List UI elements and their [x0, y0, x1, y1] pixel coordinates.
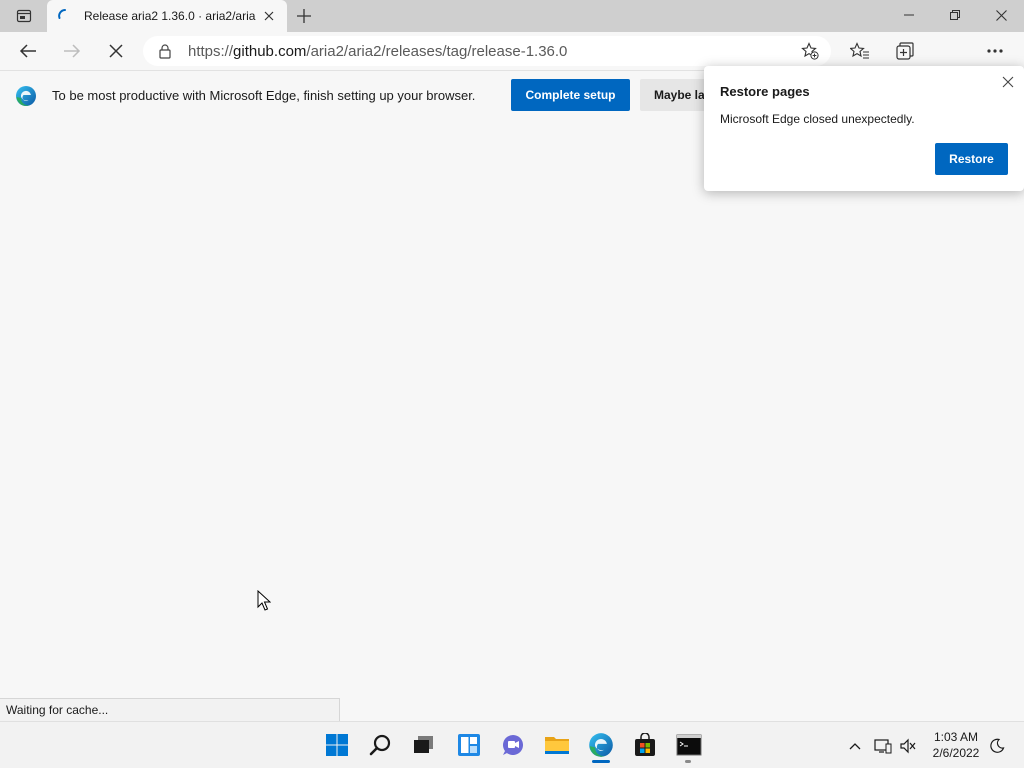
volume-muted-icon[interactable] [898, 736, 918, 756]
tab-active[interactable]: Release aria2 1.36.0 · aria2/aria2 [47, 0, 287, 32]
back-icon[interactable] [13, 36, 43, 66]
file-explorer-icon[interactable] [542, 730, 572, 760]
lock-icon[interactable] [157, 43, 173, 59]
clock-date: 2/6/2022 [932, 746, 980, 760]
mouse-cursor-icon [257, 590, 271, 611]
minimize-icon[interactable] [886, 0, 932, 30]
settings-more-icon[interactable] [980, 36, 1010, 66]
address-bar[interactable]: https://github.com/aria2/aria2/releases/… [143, 36, 831, 66]
task-view-icon[interactable] [409, 730, 439, 760]
complete-setup-button[interactable]: Complete setup [511, 79, 630, 111]
tab-actions-icon[interactable] [10, 6, 38, 26]
chat-icon[interactable] [498, 730, 528, 760]
widgets-icon[interactable] [454, 730, 484, 760]
new-tab-icon[interactable] [292, 5, 316, 27]
tab-close-icon[interactable] [259, 6, 279, 26]
popup-title: Restore pages [720, 84, 810, 99]
edge-logo-icon [16, 86, 36, 106]
restore-button[interactable]: Restore [935, 143, 1008, 175]
tab-title: Release aria2 1.36.0 · aria2/aria2 [84, 9, 256, 23]
tab-strip: Release aria2 1.36.0 · aria2/aria2 [0, 0, 1024, 32]
url-host: github.com [233, 43, 307, 60]
restore-window-icon[interactable] [932, 0, 978, 30]
edge-icon[interactable] [586, 730, 616, 760]
start-icon[interactable] [322, 730, 352, 760]
focus-assist-icon[interactable] [987, 736, 1007, 756]
forward-icon [57, 36, 87, 66]
close-window-icon[interactable] [978, 0, 1024, 30]
url-prefix: https:// [188, 43, 234, 60]
taskbar-clock[interactable]: 1:03 AM 2/6/2022 [924, 729, 988, 761]
favorites-icon[interactable] [845, 36, 875, 66]
collections-icon[interactable] [890, 36, 920, 66]
url-text[interactable]: https://github.com/aria2/aria2/releases/… [188, 43, 567, 60]
network-icon[interactable] [873, 736, 893, 756]
search-icon[interactable] [366, 730, 396, 760]
restore-pages-popup: Restore pages Microsoft Edge closed unex… [704, 66, 1024, 191]
chevron-up-icon[interactable] [845, 736, 865, 756]
stop-loading-icon[interactable] [101, 36, 131, 66]
store-icon[interactable] [630, 730, 660, 760]
loading-spinner-icon [58, 9, 66, 19]
popup-message: Microsoft Edge closed unexpectedly. [720, 112, 915, 126]
popup-close-icon[interactable] [998, 72, 1018, 92]
url-path: /aria2/aria2/releases/tag/release-1.36.0 [306, 43, 568, 60]
status-bar: Waiting for cache... [0, 698, 340, 721]
taskbar: 1:03 AM 2/6/2022 [0, 721, 1024, 768]
add-favorite-icon[interactable] [800, 41, 820, 61]
edge-active-indicator [592, 760, 610, 763]
terminal-icon[interactable] [674, 730, 704, 760]
terminal-running-indicator [685, 760, 691, 763]
infobar-message: To be most productive with Microsoft Edg… [52, 88, 476, 103]
clock-time: 1:03 AM [933, 730, 979, 744]
